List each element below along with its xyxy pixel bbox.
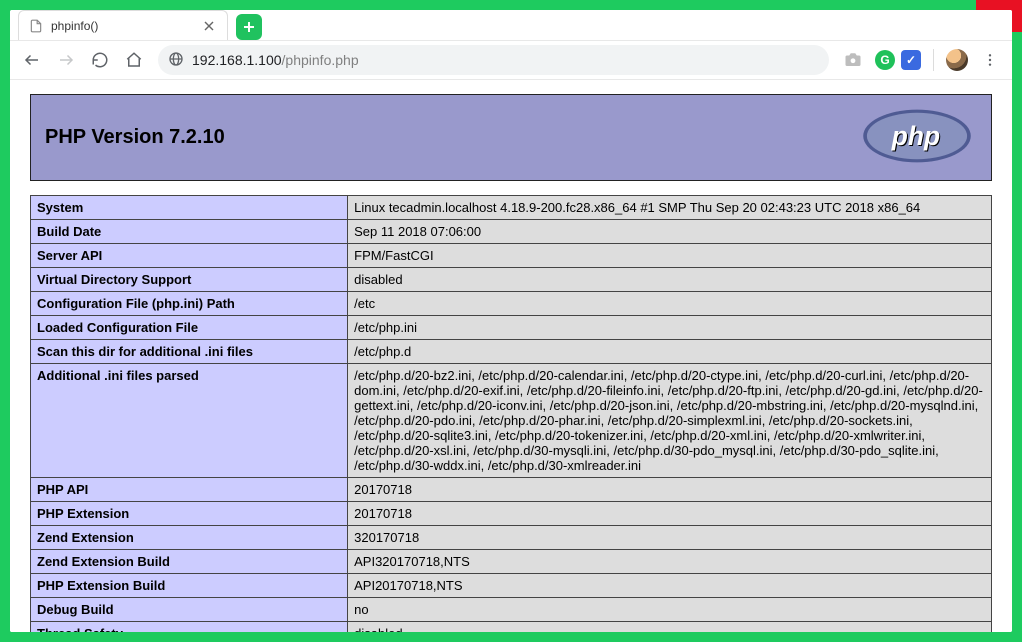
tab-strip: phpinfo() <box>10 10 1012 40</box>
config-value: /etc/php.d <box>348 340 992 364</box>
toolbar-separator <box>933 49 934 71</box>
config-value: disabled <box>348 622 992 633</box>
phpinfo-table: SystemLinux tecadmin.localhost 4.18.9-20… <box>30 195 992 632</box>
phpinfo-header: PHP Version 7.2.10 php php <box>30 94 992 181</box>
table-row: Virtual Directory Supportdisabled <box>31 268 992 292</box>
table-row: SystemLinux tecadmin.localhost 4.18.9-20… <box>31 196 992 220</box>
table-row: Thread Safetydisabled <box>31 622 992 633</box>
table-row: PHP Extension20170718 <box>31 502 992 526</box>
config-key: Scan this dir for additional .ini files <box>31 340 348 364</box>
site-info-icon[interactable] <box>168 51 184 70</box>
table-row: Debug Buildno <box>31 598 992 622</box>
back-button[interactable] <box>16 44 48 76</box>
forward-button[interactable] <box>50 44 82 76</box>
browser-menu-button[interactable] <box>974 44 1006 76</box>
config-key: Debug Build <box>31 598 348 622</box>
php-version-title: PHP Version 7.2.10 <box>45 126 225 149</box>
table-row: Additional .ini files parsed/etc/php.d/2… <box>31 364 992 478</box>
config-key: PHP Extension <box>31 502 348 526</box>
config-key: Thread Safety <box>31 622 348 633</box>
table-row: Build DateSep 11 2018 07:06:00 <box>31 220 992 244</box>
config-value: 20170718 <box>348 478 992 502</box>
config-key: Loaded Configuration File <box>31 316 348 340</box>
profile-avatar-button[interactable] <box>946 49 968 71</box>
extension-icon[interactable]: ✓ <box>901 50 921 70</box>
table-row: Zend Extension320170718 <box>31 526 992 550</box>
config-value: API320170718,NTS <box>348 550 992 574</box>
config-key: Configuration File (php.ini) Path <box>31 292 348 316</box>
config-key: Zend Extension Build <box>31 550 348 574</box>
config-value: FPM/FastCGI <box>348 244 992 268</box>
config-value: Sep 11 2018 07:06:00 <box>348 220 992 244</box>
config-value: /etc/php.d/20-bz2.ini, /etc/php.d/20-cal… <box>348 364 992 478</box>
config-key: PHP API <box>31 478 348 502</box>
grammarly-extension-icon[interactable]: G <box>875 50 895 70</box>
table-row: PHP Extension BuildAPI20170718,NTS <box>31 574 992 598</box>
config-value: Linux tecadmin.localhost 4.18.9-200.fc28… <box>348 196 992 220</box>
config-key: Zend Extension <box>31 526 348 550</box>
new-tab-button[interactable] <box>236 14 262 40</box>
tab-active[interactable]: phpinfo() <box>18 10 228 40</box>
url-text: 192.168.1.100/phpinfo.php <box>192 52 819 68</box>
home-button[interactable] <box>118 44 150 76</box>
address-bar[interactable]: 192.168.1.100/phpinfo.php <box>158 45 829 75</box>
config-value: no <box>348 598 992 622</box>
table-row: Server APIFPM/FastCGI <box>31 244 992 268</box>
config-key: Server API <box>31 244 348 268</box>
config-key: Additional .ini files parsed <box>31 364 348 478</box>
config-value: /etc <box>348 292 992 316</box>
tab-title: phpinfo() <box>51 19 193 33</box>
screenshot-extension-icon[interactable] <box>837 44 869 76</box>
config-key: PHP Extension Build <box>31 574 348 598</box>
php-logo: php php <box>857 107 977 168</box>
config-value: 20170718 <box>348 502 992 526</box>
table-row: Zend Extension BuildAPI320170718,NTS <box>31 550 992 574</box>
config-key: Build Date <box>31 220 348 244</box>
config-value: API20170718,NTS <box>348 574 992 598</box>
config-value: disabled <box>348 268 992 292</box>
table-row: Loaded Configuration File/etc/php.ini <box>31 316 992 340</box>
page-viewport[interactable]: PHP Version 7.2.10 php php SystemLinux t… <box>10 80 1012 632</box>
browser-window: phpinfo() 192.168.1.100/phpinfo.php <box>10 10 1012 632</box>
table-row: PHP API20170718 <box>31 478 992 502</box>
config-value: 320170718 <box>348 526 992 550</box>
svg-text:php: php <box>891 121 940 151</box>
file-icon <box>29 19 43 33</box>
config-key: System <box>31 196 348 220</box>
table-row: Configuration File (php.ini) Path/etc <box>31 292 992 316</box>
tab-close-button[interactable] <box>201 18 217 34</box>
reload-button[interactable] <box>84 44 116 76</box>
table-row: Scan this dir for additional .ini files/… <box>31 340 992 364</box>
config-key: Virtual Directory Support <box>31 268 348 292</box>
browser-toolbar: 192.168.1.100/phpinfo.php G ✓ <box>10 40 1012 80</box>
config-value: /etc/php.ini <box>348 316 992 340</box>
phpinfo-page: PHP Version 7.2.10 php php SystemLinux t… <box>10 80 1012 632</box>
